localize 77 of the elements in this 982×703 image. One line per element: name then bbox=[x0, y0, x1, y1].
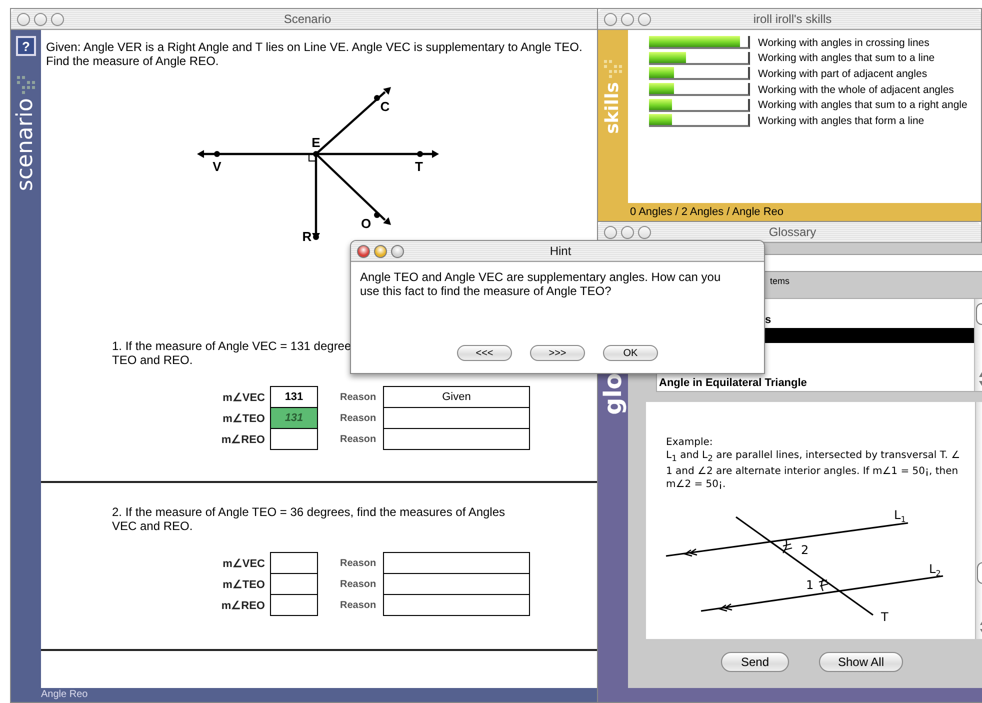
minimize-button[interactable] bbox=[621, 12, 634, 26]
glossary-button[interactable]: Show All bbox=[819, 652, 903, 672]
skill-name: Working with angles in crossing lines bbox=[758, 36, 930, 49]
given-text: Given: Angle VER is a Right Angle and T lies on Line VE. Angle VEC is supplementary to Angle TEO. Find the measure of Angle REO. bbox=[45, 39, 584, 68]
point-label: T bbox=[415, 159, 423, 174]
reason-label: Reason bbox=[339, 558, 378, 569]
zoom-button[interactable] bbox=[51, 12, 64, 26]
items-caption: tems bbox=[770, 276, 790, 288]
skill-name: Working with angles that sum to a line bbox=[758, 52, 935, 64]
angle-label: m∠REO bbox=[220, 599, 266, 612]
point-label: E bbox=[312, 135, 320, 150]
dots-pattern-icon bbox=[602, 60, 624, 78]
angle-field[interactable] bbox=[270, 552, 318, 574]
point-label: V bbox=[212, 159, 222, 174]
point-label: O bbox=[360, 216, 372, 231]
angle-label: m∠TEO bbox=[222, 412, 266, 425]
reason-label: Reason bbox=[339, 392, 378, 403]
figure-label: L$_{1}$ bbox=[894, 508, 906, 524]
reason-field[interactable] bbox=[383, 428, 530, 450]
reason-field[interactable] bbox=[383, 407, 530, 429]
skill-name: Working with the whole of adjacent angles bbox=[758, 84, 954, 96]
figure-label: 1 bbox=[806, 578, 814, 592]
skill-name: Working with angles that sum to a right angle bbox=[758, 99, 968, 112]
angle-field[interactable]: 131 bbox=[270, 386, 318, 408]
angle-label: m∠TEO bbox=[222, 578, 266, 591]
help-button[interactable]: ? bbox=[16, 36, 36, 56]
dots-pattern-icon bbox=[15, 76, 37, 94]
close-button[interactable] bbox=[604, 226, 617, 238]
window-title: iroll iroll's skills bbox=[752, 12, 833, 26]
close-button[interactable] bbox=[357, 244, 370, 258]
example-text: L$_{1}$ and L$_{2}$ are parallel lines, intersected by transversal T. ∠ 1 and ∠2 are alternate interior angles. If m∠1 = 50¡, then m∠2 = 50¡. bbox=[666, 449, 961, 491]
sidebar-label: glo bbox=[601, 373, 625, 415]
sidebar-label: scenario bbox=[15, 98, 37, 192]
point-label: R bbox=[302, 229, 312, 244]
window-title: Hint bbox=[548, 244, 572, 258]
window-title: Scenario bbox=[282, 12, 332, 26]
breadcrumb: 0 Angles / 2 Angles / Angle Reo bbox=[628, 203, 981, 221]
window-title: Glossary bbox=[768, 225, 818, 239]
zoom-button[interactable] bbox=[638, 12, 651, 26]
reason-field[interactable] bbox=[383, 552, 530, 574]
glossary-item[interactable]: Angle in Equilateral Triangle bbox=[657, 376, 974, 391]
minimize-button[interactable] bbox=[34, 12, 47, 26]
reason-label: Reason bbox=[339, 434, 378, 445]
angle-field[interactable] bbox=[270, 428, 318, 450]
reason-field[interactable] bbox=[383, 594, 530, 616]
reason-field[interactable] bbox=[383, 573, 530, 595]
glossary-button[interactable]: Send bbox=[721, 652, 789, 672]
skill-name: Working with part of adjacent angles bbox=[758, 68, 928, 80]
status-bar: Angle Reo bbox=[41, 688, 598, 702]
reason-label: Reason bbox=[339, 600, 378, 611]
angle-field[interactable] bbox=[270, 573, 318, 595]
figure-label: L$_{2}$ bbox=[929, 562, 941, 578]
zoom-button[interactable] bbox=[391, 244, 404, 258]
angle-label: m∠VEC bbox=[222, 557, 266, 570]
figure-label: 2 bbox=[801, 543, 809, 557]
problem-text: 2. If the measure of Angle TEO = 36 degrees, find the measures of Angles VEC and REO. bbox=[112, 505, 506, 533]
angle-label: m∠REO bbox=[220, 433, 266, 446]
zoom-button[interactable] bbox=[638, 226, 651, 238]
reason-label: Reason bbox=[339, 579, 378, 590]
reason-label: Reason bbox=[339, 413, 378, 424]
hint-button[interactable]: OK bbox=[603, 345, 658, 361]
minimize-button[interactable] bbox=[374, 244, 387, 258]
skill-name: Working with angles that form a line bbox=[758, 114, 924, 127]
sidebar-label: skills bbox=[604, 82, 622, 134]
angle-label: m∠VEC bbox=[222, 391, 266, 404]
hint-button[interactable]: <<< bbox=[457, 345, 512, 361]
minimize-button[interactable] bbox=[621, 226, 634, 238]
close-button[interactable] bbox=[604, 12, 617, 26]
close-button[interactable] bbox=[17, 12, 30, 26]
hint-message: Angle TEO and Angle VEC are supplementary angles. How can you use this fact to find the measure of Angle TEO? bbox=[359, 269, 722, 300]
hint-button[interactable]: >>> bbox=[530, 345, 585, 361]
point-label: C bbox=[380, 99, 390, 114]
example-heading: Example: bbox=[666, 436, 714, 449]
angle-field[interactable] bbox=[270, 594, 318, 616]
figure-label: T bbox=[881, 610, 888, 624]
problem-text: 1. If the measure of Angle VEC = 131 degree TEO and REO. bbox=[112, 339, 352, 367]
reason-field[interactable]: Given bbox=[383, 386, 530, 408]
